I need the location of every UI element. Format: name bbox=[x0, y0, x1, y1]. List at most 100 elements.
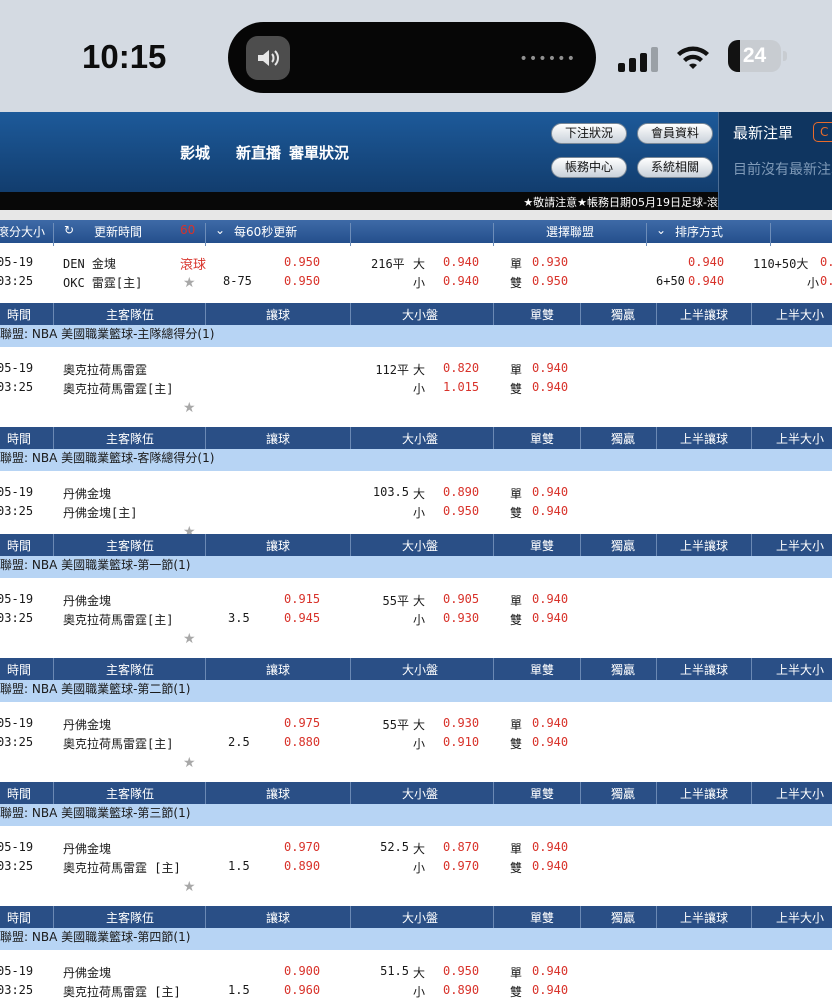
member-info-button[interactable]: 會員資料 bbox=[637, 123, 713, 144]
ou-odds[interactable]: 0.970 bbox=[443, 859, 479, 873]
activity-dots-icon: •••••• bbox=[519, 51, 576, 67]
oe-odds[interactable]: 0.940 bbox=[532, 380, 568, 394]
hdp-odds[interactable]: 0.970 bbox=[284, 840, 320, 854]
column-divider bbox=[205, 303, 206, 325]
ou-odds[interactable]: 0.950 bbox=[443, 964, 479, 978]
nav-review-status[interactable]: 審單狀況 bbox=[289, 142, 349, 163]
oe-odds[interactable]: 0.940 bbox=[532, 716, 568, 730]
odd-label: 單 bbox=[510, 966, 523, 980]
column-divider bbox=[751, 658, 752, 680]
league-select[interactable]: 選擇聯盟 bbox=[546, 223, 594, 240]
league-row[interactable]: 聯盟: NBA 美國職業籃球-第一節(1) bbox=[0, 556, 832, 578]
oe-odds[interactable]: 0.940 bbox=[532, 611, 568, 625]
half-ou-odds[interactable]: 0.9 bbox=[820, 274, 832, 288]
league-row[interactable]: 聯盟: NBA 美國職業籃球-第三節(1) bbox=[0, 804, 832, 826]
ou-odds[interactable]: 0.820 bbox=[443, 361, 479, 375]
league-row[interactable]: 聯盟: NBA 美國職業籃球-第二節(1) bbox=[0, 680, 832, 702]
nav-cinema[interactable]: 影城 bbox=[180, 142, 210, 163]
dynamic-island: •••••• bbox=[228, 22, 596, 93]
ou-odds[interactable]: 0.940 bbox=[443, 274, 479, 288]
account-center-button[interactable]: 帳務中心 bbox=[551, 157, 627, 178]
oe-odds[interactable]: 0.940 bbox=[532, 735, 568, 749]
ou-odds[interactable]: 0.950 bbox=[443, 504, 479, 518]
half-hdp-odds[interactable]: 0.940 bbox=[688, 255, 724, 269]
ios-status-bar: 10:15 •••••• 24 bbox=[0, 0, 832, 112]
ou-odds[interactable]: 0.930 bbox=[443, 716, 479, 730]
auto-refresh-select[interactable]: 每60秒更新 bbox=[234, 223, 297, 240]
column-header: 上半讓球 bbox=[680, 787, 729, 801]
oe-odds[interactable]: 0.940 bbox=[532, 485, 568, 499]
hdp-odds[interactable]: 0.950 bbox=[284, 255, 320, 269]
oe-odds[interactable]: 0.930 bbox=[532, 255, 568, 269]
favorite-star-icon[interactable]: ★ bbox=[183, 275, 196, 291]
ou-odds[interactable]: 0.890 bbox=[443, 485, 479, 499]
team-away: OKC 雷霆[主] bbox=[63, 276, 143, 290]
column-divider bbox=[53, 658, 54, 680]
refresh-button[interactable]: 更新時間 bbox=[94, 223, 142, 240]
hdp-odds[interactable]: 0.960 bbox=[284, 983, 320, 997]
match-date: 05-19 bbox=[0, 592, 34, 606]
column-divider bbox=[350, 906, 351, 928]
hdp-odds[interactable]: 0.945 bbox=[284, 611, 320, 625]
team-name: 奧克拉荷馬雷霆 [主] bbox=[63, 985, 181, 999]
half-ou-odds[interactable]: 0.9 bbox=[820, 255, 832, 269]
column-header: 獨贏 bbox=[611, 787, 636, 801]
oe-odds[interactable]: 0.940 bbox=[532, 504, 568, 518]
ou-odds[interactable]: 1.015 bbox=[443, 380, 479, 394]
column-divider bbox=[53, 782, 54, 804]
sort-select[interactable]: 排序方式 bbox=[675, 223, 723, 240]
team-home: DEN 金塊 bbox=[63, 257, 116, 271]
column-header: 大小盤 bbox=[402, 308, 439, 322]
oe-odds[interactable]: 0.940 bbox=[532, 361, 568, 375]
hdp-odds[interactable]: 0.975 bbox=[284, 716, 320, 730]
oe-odds[interactable]: 0.940 bbox=[532, 983, 568, 997]
hdp-odds[interactable]: 0.880 bbox=[284, 735, 320, 749]
column-divider bbox=[493, 534, 494, 556]
column-divider bbox=[53, 534, 54, 556]
oe-odds[interactable]: 0.940 bbox=[532, 592, 568, 606]
nav-live-stream[interactable]: 新直播 bbox=[236, 142, 281, 163]
league-row[interactable]: 聯盟: NBA 美國職業籃球-第四節(1) bbox=[0, 928, 832, 950]
system-button[interactable]: 系統相關 bbox=[637, 157, 713, 178]
total-filter[interactable]: 滾分大小 bbox=[0, 223, 45, 240]
oe-odds[interactable]: 0.940 bbox=[532, 859, 568, 873]
ou-odds[interactable]: 0.930 bbox=[443, 611, 479, 625]
hdp-odds[interactable]: 0.890 bbox=[284, 859, 320, 873]
column-divider bbox=[350, 534, 351, 556]
ou-big-label: 大 bbox=[413, 487, 426, 501]
odd-label: 單 bbox=[510, 842, 523, 856]
favorite-star-icon[interactable]: ★ bbox=[183, 400, 196, 416]
hdp-odds[interactable]: 0.950 bbox=[284, 274, 320, 288]
hdp-odds[interactable]: 0.915 bbox=[284, 592, 320, 606]
ou-odds[interactable]: 0.870 bbox=[443, 840, 479, 854]
league-row[interactable]: 聯盟: NBA 美國職業籃球-客隊總得分(1) bbox=[0, 449, 832, 471]
ou-odds[interactable]: 0.940 bbox=[443, 255, 479, 269]
oe-odds[interactable]: 0.940 bbox=[532, 964, 568, 978]
column-header: 讓球 bbox=[266, 787, 291, 801]
ou-odds[interactable]: 0.890 bbox=[443, 983, 479, 997]
oe-odds[interactable]: 0.940 bbox=[532, 840, 568, 854]
latest-bets-panel: 最新注單 C 目前沒有最新注單 bbox=[718, 112, 832, 210]
favorite-star-icon[interactable]: ★ bbox=[183, 879, 196, 895]
hdp-odds[interactable]: 0.900 bbox=[284, 964, 320, 978]
refresh-icon[interactable]: ↻ bbox=[64, 223, 74, 237]
bet-status-button[interactable]: 下注狀況 bbox=[551, 123, 627, 144]
chevron-down-icon[interactable]: ⌄ bbox=[215, 223, 225, 237]
ou-odds[interactable]: 0.910 bbox=[443, 735, 479, 749]
latest-bets-button[interactable]: C bbox=[813, 122, 832, 142]
ou-line: 216平 bbox=[371, 257, 405, 271]
oe-odds[interactable]: 0.950 bbox=[532, 274, 568, 288]
column-header: 上半大小 bbox=[776, 308, 825, 322]
favorite-star-icon[interactable]: ★ bbox=[183, 631, 196, 647]
column-divider bbox=[493, 427, 494, 449]
ou-odds[interactable]: 0.905 bbox=[443, 592, 479, 606]
column-header: 上半讓球 bbox=[680, 539, 729, 553]
team-name: 丹佛金塊 bbox=[63, 718, 112, 732]
league-row[interactable]: 聯盟: NBA 美國職業籃球-主隊總得分(1) bbox=[0, 325, 832, 347]
chevron-down-icon[interactable]: ⌄ bbox=[656, 223, 666, 237]
half-hdp-odds[interactable]: 0.940 bbox=[688, 274, 724, 288]
favorite-star-icon[interactable]: ★ bbox=[183, 755, 196, 771]
column-divider bbox=[580, 303, 581, 325]
column-divider bbox=[580, 427, 581, 449]
team-name: 丹佛金塊 bbox=[63, 842, 112, 856]
